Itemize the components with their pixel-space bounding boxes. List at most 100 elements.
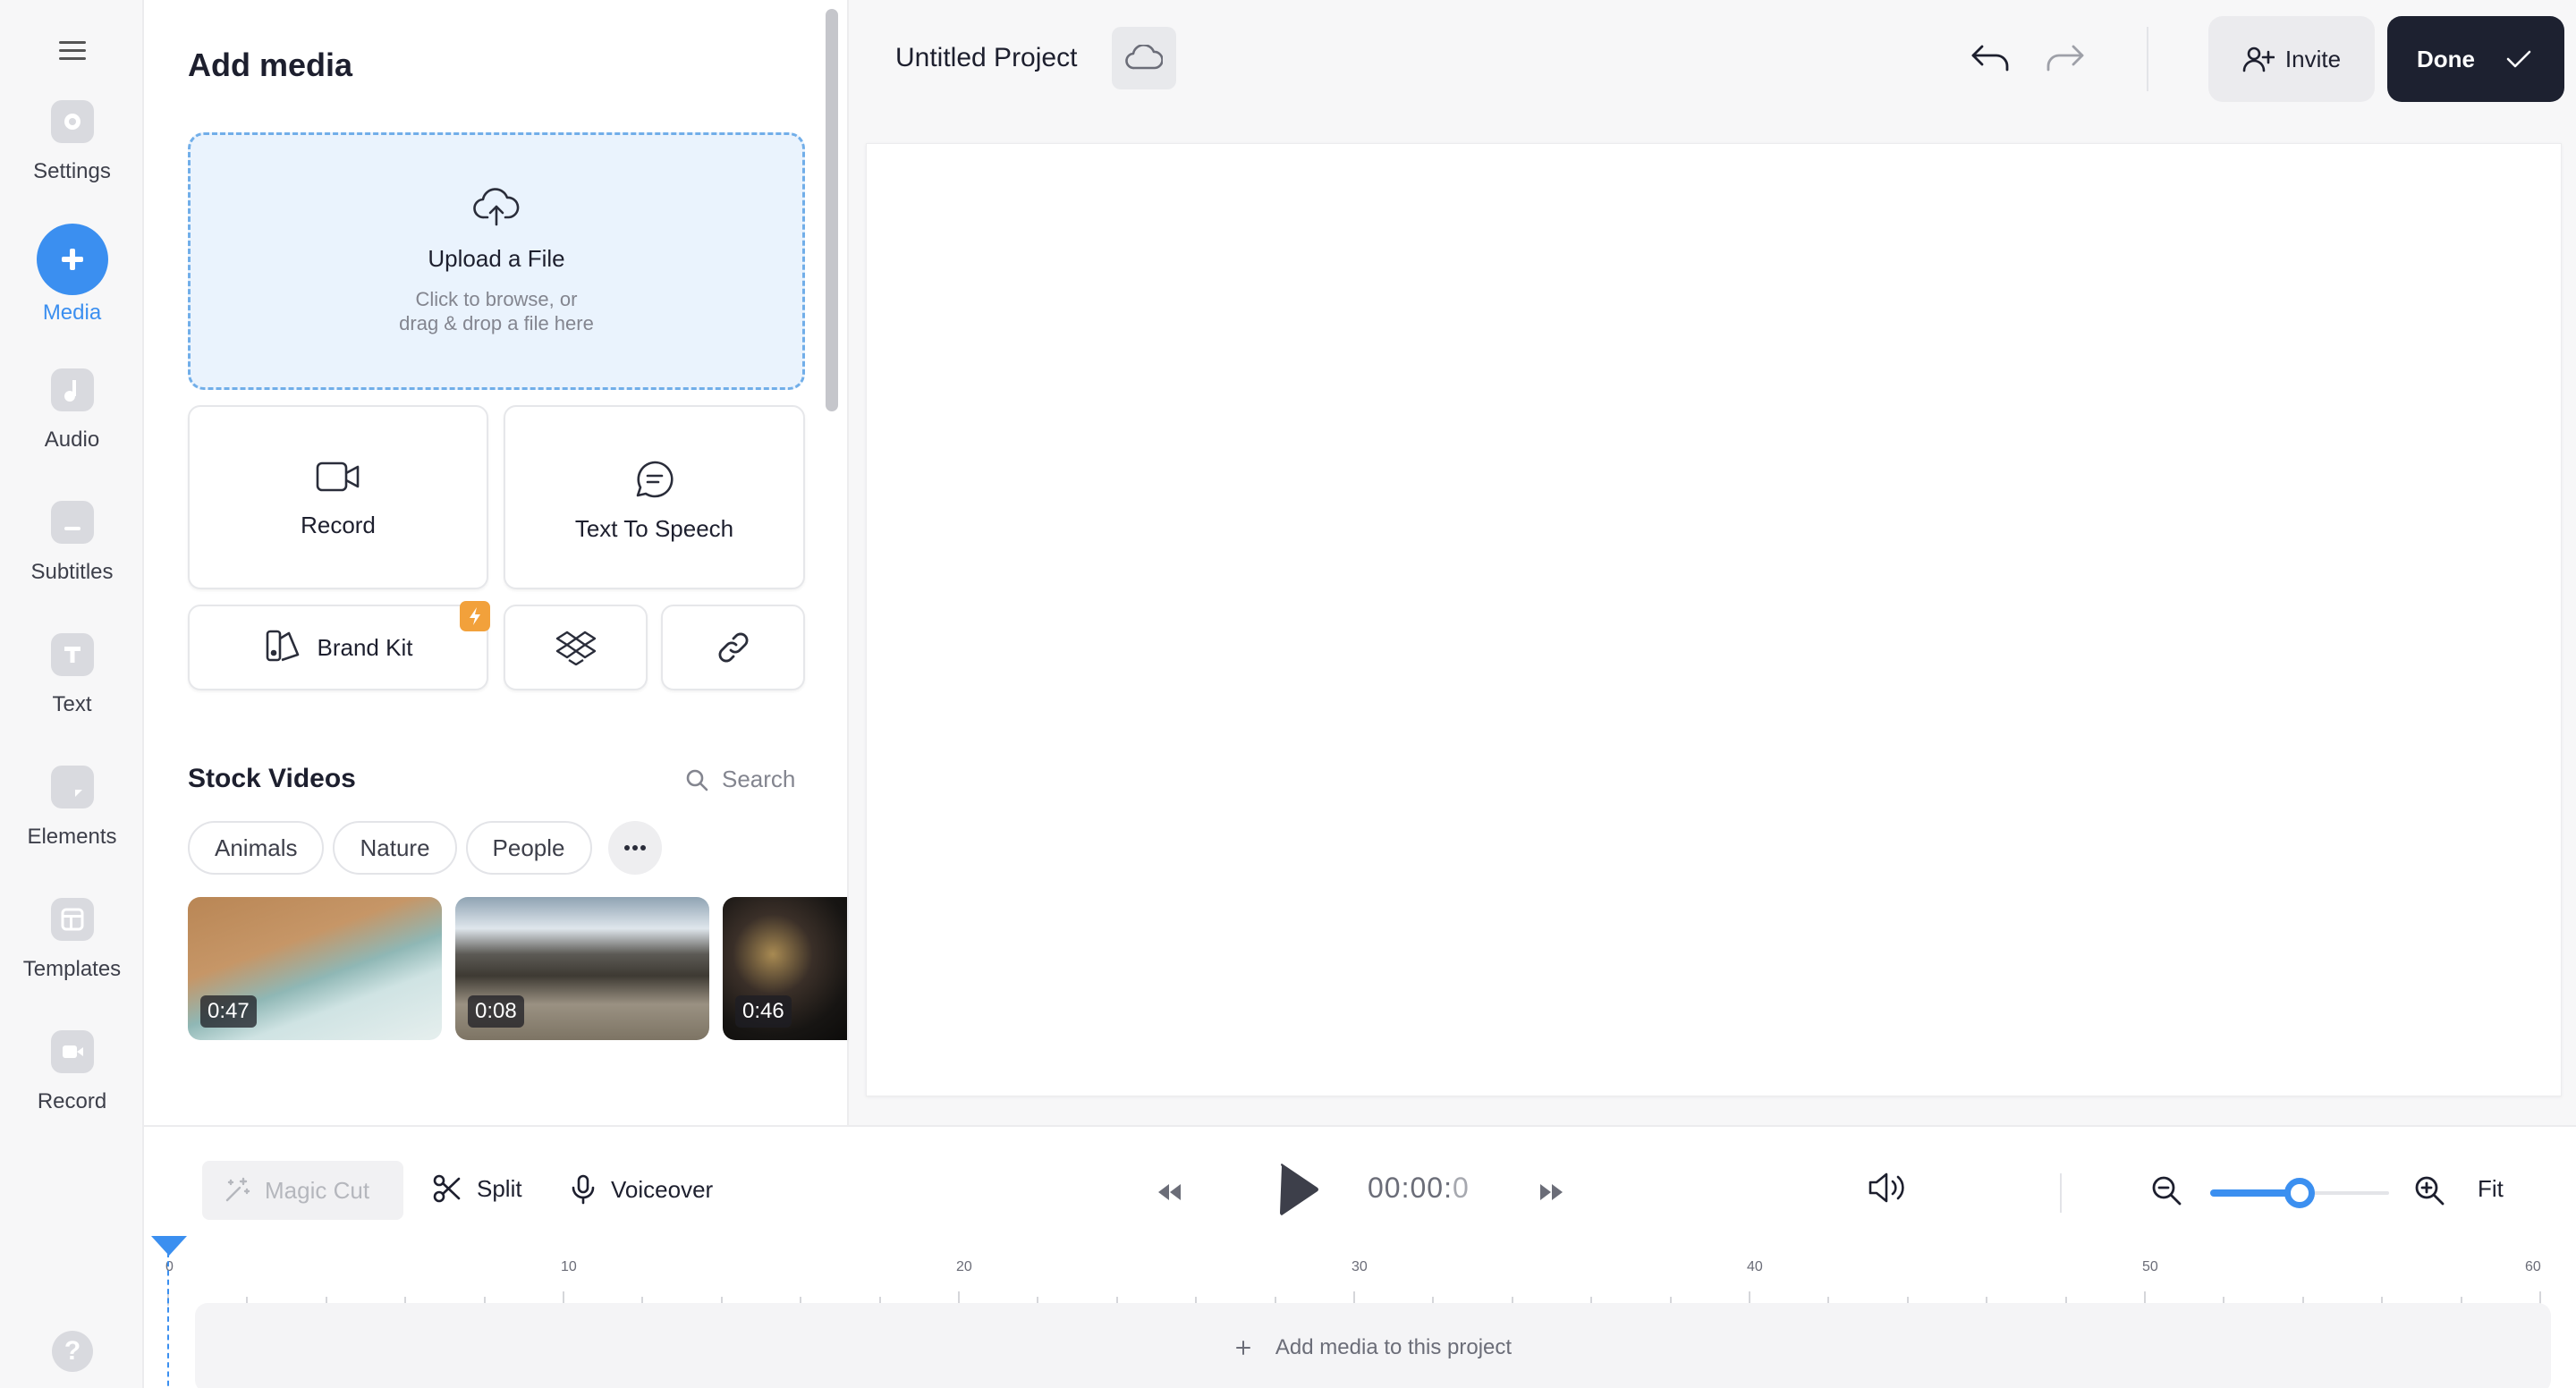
brand-kit-label: Brand Kit	[317, 633, 413, 661]
sidebar-item-subtitles[interactable]: Subtitles	[0, 501, 144, 617]
ruler-label: 60	[2525, 1259, 2541, 1274]
sidebar-item-label: Text	[52, 692, 92, 716]
layout-icon	[50, 898, 94, 941]
sidebar-item-elements[interactable]: Elements	[0, 766, 144, 882]
magic-wand-icon	[225, 1177, 250, 1202]
brand-kit-tile[interactable]: Brand Kit	[188, 601, 490, 690]
add-user-icon	[2242, 47, 2275, 72]
ruler-label: 30	[1352, 1259, 1368, 1274]
panel-title: Add media	[188, 47, 353, 83]
voiceover-label: Voiceover	[611, 1175, 714, 1203]
zoom-in-icon[interactable]	[2412, 1173, 2446, 1212]
upload-title: Upload a File	[428, 245, 565, 272]
header-divider	[2147, 27, 2148, 91]
sidebar-item-audio[interactable]: Audio	[0, 368, 144, 485]
sidebar-item-label: Subtitles	[30, 560, 114, 584]
record-tile-label: Record	[301, 512, 376, 538]
sidebar-item-templates[interactable]: Templates	[0, 898, 144, 1014]
hamburger-menu-icon[interactable]	[59, 41, 86, 63]
text-icon	[50, 633, 94, 676]
invite-label: Invite	[2284, 45, 2342, 72]
media-panel: Add media Upload a File Click to browse,…	[144, 0, 849, 1125]
sidebar-item-label: Elements	[27, 825, 117, 849]
microphone-icon	[572, 1174, 595, 1205]
cloud-upload-icon	[191, 187, 802, 233]
stock-video-thumbnail[interactable]: 0:46	[723, 897, 847, 1040]
voiceover-button[interactable]: Voiceover	[570, 1173, 713, 1206]
zoom-slider-handle[interactable]	[2284, 1178, 2315, 1208]
rewind-icon[interactable]	[1155, 1181, 1183, 1208]
zoom-out-icon[interactable]	[2149, 1173, 2183, 1212]
record-tile[interactable]: Record	[188, 405, 488, 589]
stock-search[interactable]: Search	[684, 766, 795, 793]
ruler-label: 40	[1747, 1259, 1763, 1274]
music-note-icon	[50, 368, 94, 411]
timeline-ruler[interactable]: 0 10 20 30 40 50 60	[165, 1252, 2576, 1306]
help-icon[interactable]: ?	[52, 1331, 93, 1372]
split-button[interactable]: Split	[432, 1173, 522, 1204]
search-placeholder: Search	[722, 766, 796, 792]
fast-forward-icon[interactable]	[1538, 1181, 1566, 1208]
sidebar-item-label: Templates	[22, 957, 122, 981]
stock-video-thumbnail[interactable]: 0:47	[188, 897, 442, 1040]
timeline-panel: Magic Cut Split Voiceover 00:00:0 Fit 0 …	[144, 1125, 2576, 1388]
ruler-label: 10	[561, 1259, 577, 1274]
invite-button[interactable]: Invite	[2208, 16, 2375, 102]
empty-track-text: Add media to this project	[1275, 1335, 1513, 1359]
timeline-divider	[2060, 1173, 2062, 1213]
plus-icon	[1235, 1341, 1250, 1355]
stock-video-thumbnail[interactable]: 0:08	[455, 897, 709, 1040]
playhead-line	[167, 1252, 169, 1388]
video-duration: 0:47	[200, 995, 257, 1028]
brand-kit-icon	[264, 628, 301, 668]
lightning-bolt-icon	[460, 601, 490, 631]
empty-track-dropzone[interactable]: Add media to this project	[195, 1303, 2551, 1388]
chip-nature[interactable]: Nature	[333, 821, 457, 875]
subtitles-icon	[50, 501, 94, 544]
video-duration: 0:46	[735, 995, 792, 1028]
more-dots-icon[interactable]	[607, 821, 662, 875]
sidebar-item-text[interactable]: Text	[0, 633, 144, 749]
undo-icon[interactable]	[1970, 39, 2012, 80]
project-name[interactable]: Untitled Project	[895, 43, 1077, 73]
sidebar-item-media[interactable]: Media	[0, 224, 144, 340]
plus-icon	[36, 224, 108, 295]
zoom-slider[interactable]	[2210, 1178, 2389, 1208]
category-chips: Animals Nature People	[188, 821, 662, 875]
video-camera-icon	[190, 459, 487, 499]
play-icon[interactable]	[1275, 1163, 1321, 1221]
volume-icon[interactable]	[1865, 1170, 1910, 1210]
sticky-note-icon	[50, 766, 94, 808]
done-label: Done	[2417, 45, 2475, 72]
upload-dropzone[interactable]: Upload a File Click to browse, or drag &…	[188, 132, 805, 390]
video-camera-icon	[50, 1030, 94, 1073]
panel-scrollbar[interactable]	[826, 9, 838, 411]
upload-hint-line: drag & drop a file here	[399, 312, 594, 334]
dropbox-tile[interactable]	[504, 605, 648, 690]
chip-people[interactable]: People	[465, 821, 592, 875]
done-button[interactable]: Done	[2387, 16, 2564, 102]
magic-cut-button: Magic Cut	[202, 1161, 403, 1220]
search-icon	[686, 769, 708, 791]
fit-button[interactable]: Fit	[2478, 1175, 2504, 1203]
dropbox-icon	[505, 606, 646, 689]
sidebar-item-label: Record	[37, 1089, 107, 1113]
checkmark-icon	[2506, 50, 2531, 68]
speech-bubble-icon	[505, 459, 803, 503]
video-duration: 0:08	[468, 995, 524, 1028]
upload-hint-line: Click to browse, or	[415, 288, 578, 310]
redo-icon[interactable]	[2043, 39, 2086, 80]
cloud-save-icon[interactable]	[1112, 27, 1176, 89]
timecode-display: 00:00:0	[1368, 1172, 1470, 1205]
text-to-speech-tile[interactable]: Text To Speech	[504, 405, 805, 589]
scissors-icon	[433, 1174, 461, 1203]
project-header: Untitled Project Invite Done	[849, 0, 2576, 118]
link-tile[interactable]	[661, 605, 805, 690]
sidebar-item-record[interactable]: Record	[0, 1030, 144, 1147]
sidebar-item-settings[interactable]: Settings	[0, 100, 144, 216]
stock-videos-title: Stock Videos	[188, 764, 356, 793]
chip-animals[interactable]: Animals	[188, 821, 325, 875]
video-preview-canvas[interactable]	[866, 143, 2562, 1096]
playhead-handle[interactable]	[151, 1236, 187, 1256]
magic-cut-label: Magic Cut	[265, 1176, 370, 1204]
